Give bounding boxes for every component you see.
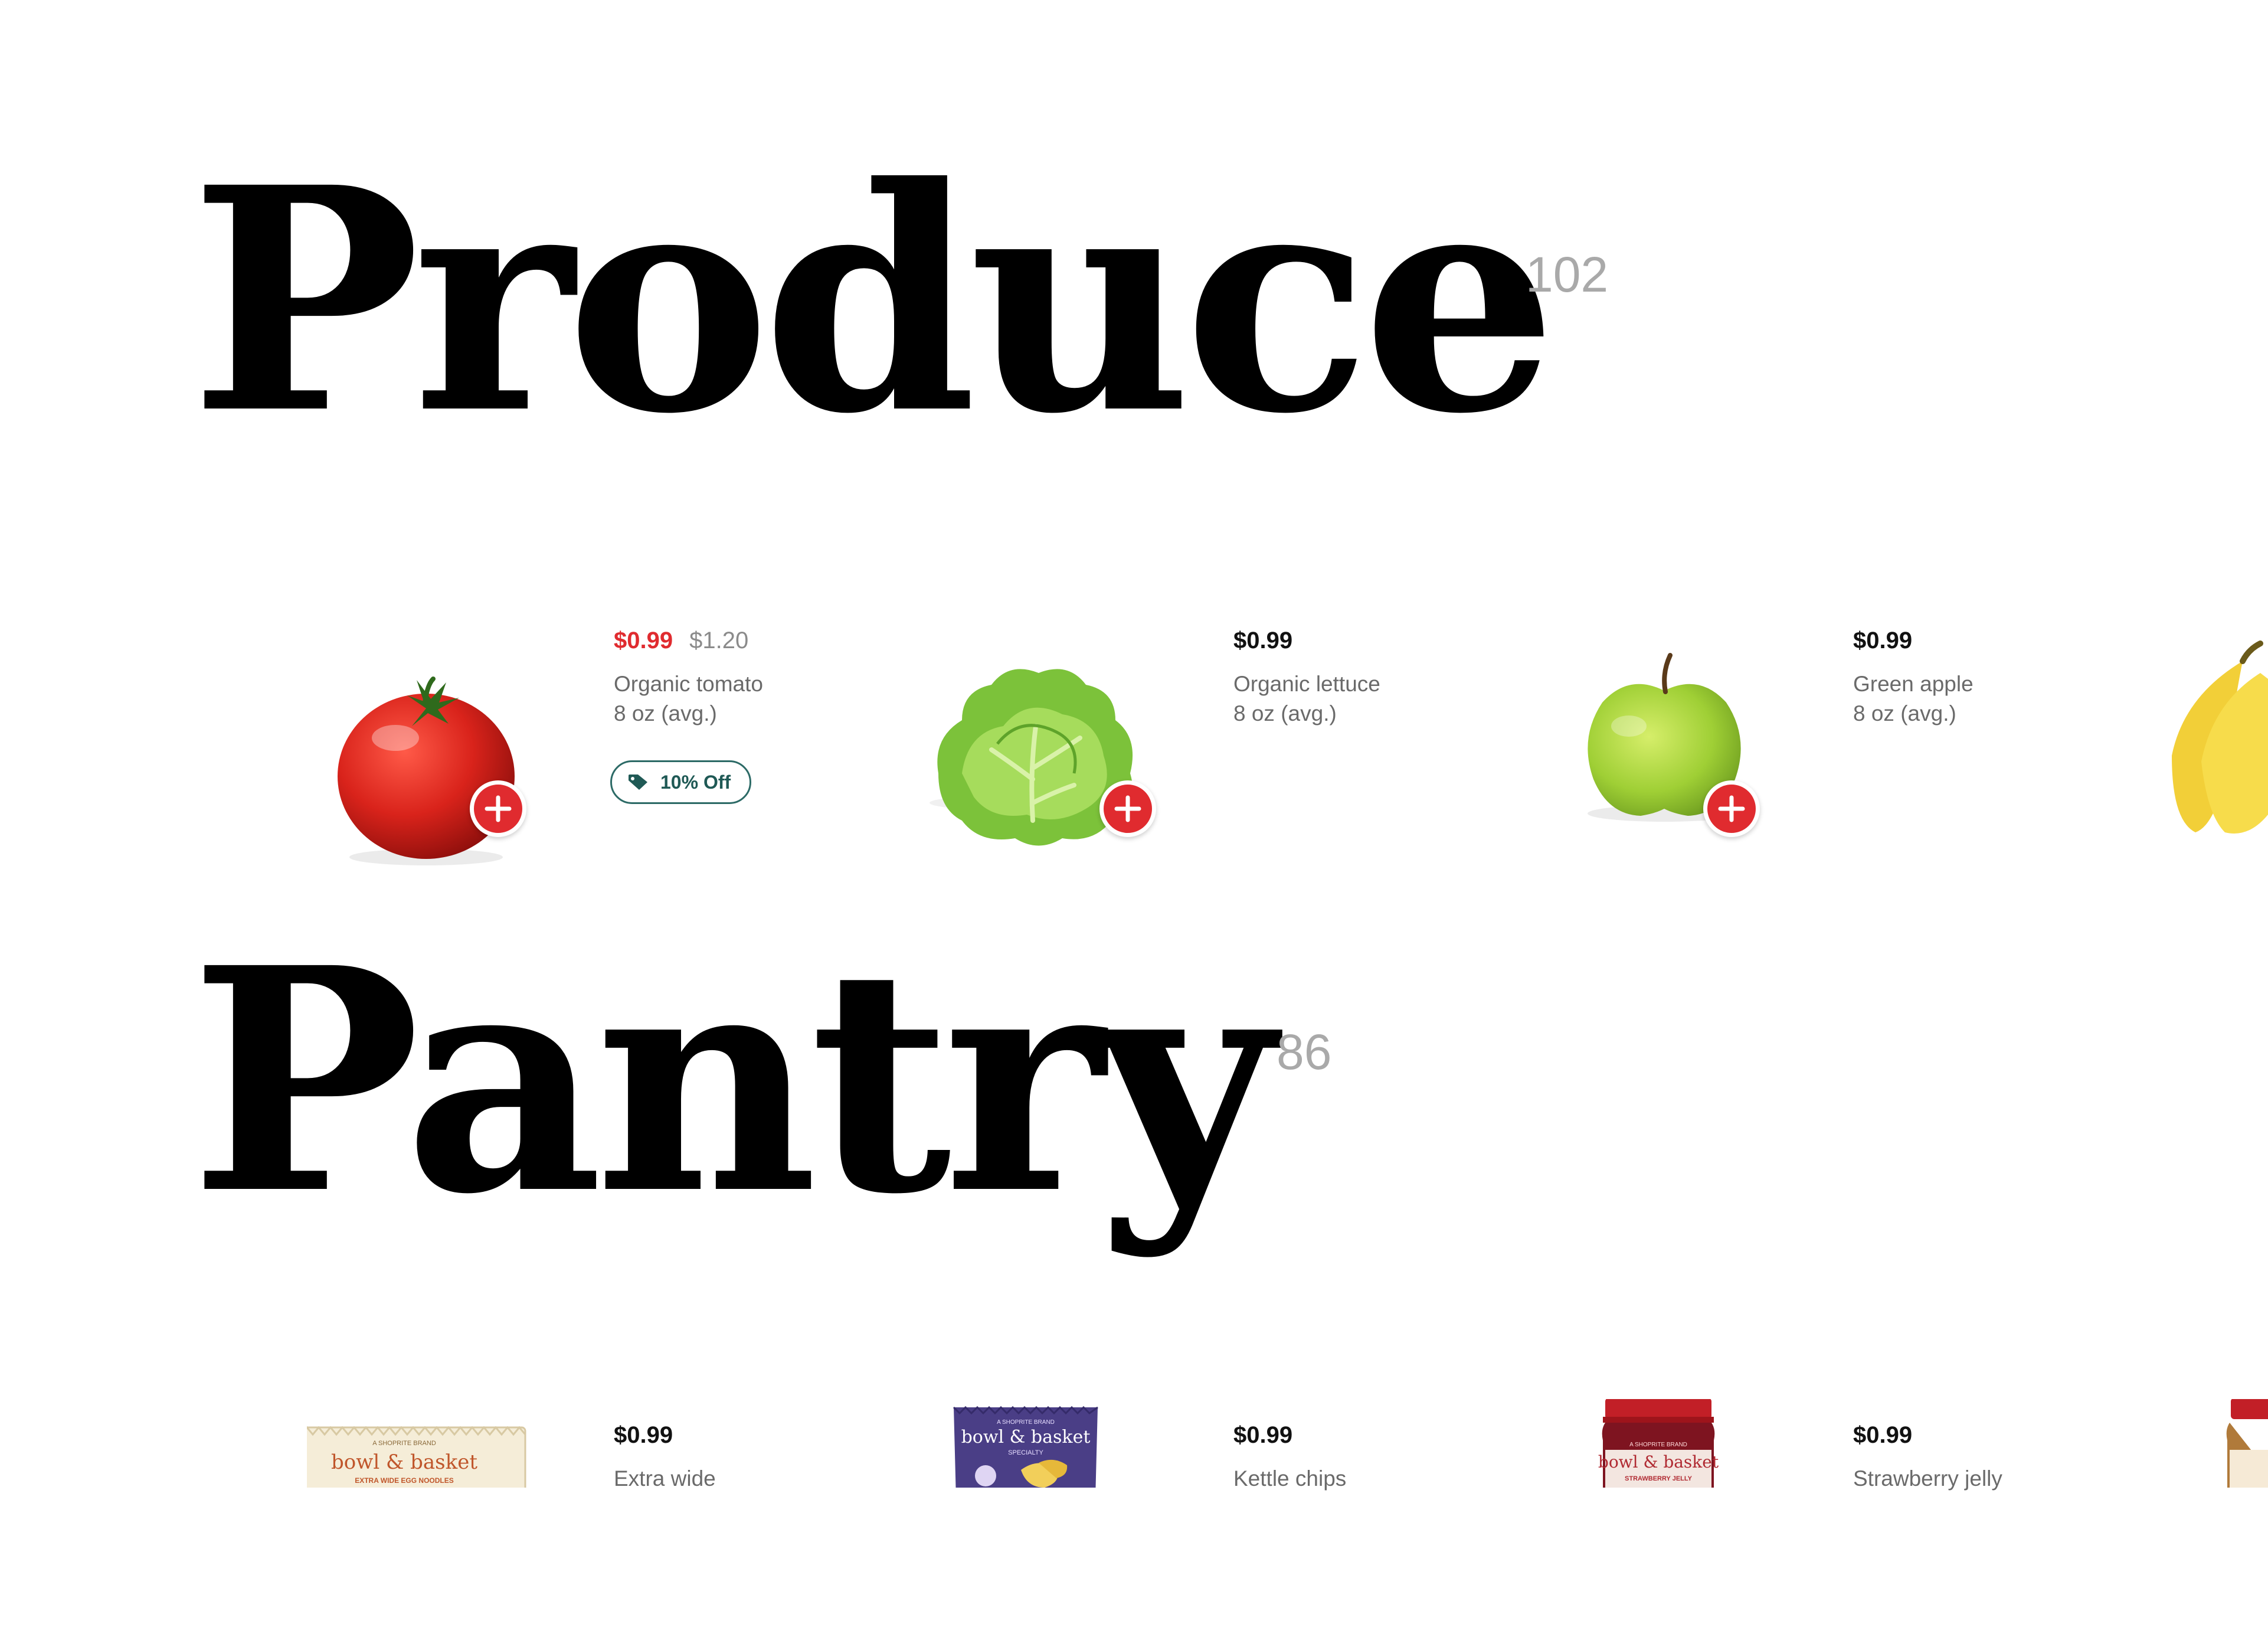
product-card-banana[interactable] [2160,626,2268,874]
product-price: $0.99 [1233,628,1293,653]
product-price: $0.99 [1233,1422,1293,1448]
section-count-pantry: 86 [1277,1024,1332,1080]
chips-label: SPECIALTY [1008,1449,1043,1456]
green-apple-image [1588,653,1741,822]
product-card-extra-wide[interactable]: A SHOPRITE BRAND bowl & basket EXTRA WID… [307,1399,885,1647]
product-card-green-apple[interactable]: $0.99 Green apple 8 oz (avg.) [1546,626,2125,874]
product-name[interactable]: Organic lettuce [1233,669,1505,699]
product-info: $0.99 Strawberry jelly [1853,1420,2125,1494]
product-image-green-apple[interactable] [1546,626,1818,874]
jelly-brand-tagline: A SHOPRITE BRAND [1629,1442,1687,1448]
product-price: $0.99 [614,1422,673,1448]
product-size: 8 oz (avg.) [1233,701,1337,726]
product-name[interactable]: Organic tomato [614,669,885,699]
product-image-kettle-chips[interactable]: A SHOPRITE BRAND bowl & basket SPECIALTY [927,1399,1198,1488]
add-to-cart-button[interactable] [1703,780,1760,837]
add-to-cart-button[interactable] [470,780,526,837]
chips-brand-logo: bowl & basket [961,1427,1091,1447]
plus-icon [1114,795,1141,822]
product-image-strawberry-jelly[interactable]: A SHOPRITE BRAND bowl & basket STRAWBERR… [1546,1399,1818,1488]
chips-brand-tagline: A SHOPRITE BRAND [997,1419,1055,1426]
product-card-organic-lettuce[interactable]: $0.99 Organic lettuce 8 oz (avg.) [927,626,1505,874]
strawberry-jelly-jar-image: A SHOPRITE BRAND bowl & basket STRAWBERR… [1598,1399,1719,1488]
product-card-peanut-butter[interactable] [2219,1399,2268,1488]
add-to-cart-button[interactable] [1099,780,1156,837]
product-card-kettle-chips[interactable]: A SHOPRITE BRAND bowl & basket SPECIALTY… [927,1399,1505,1647]
product-image-lettuce[interactable] [927,626,1198,874]
noodles-package-image: A SHOPRITE BRAND bowl & basket EXTRA WID… [307,1426,526,1488]
noodles-label: EXTRA WIDE EGG NOODLES [355,1476,454,1485]
product-image-noodles[interactable]: A SHOPRITE BRAND bowl & basket EXTRA WID… [307,1399,578,1488]
sale-price: $0.99 [614,628,673,653]
kettle-chips-bag-image: A SHOPRITE BRAND bowl & basket SPECIALTY [953,1406,1098,1488]
product-info: $0.99 $1.20 Organic tomato 8 oz (avg.) 10… [610,626,885,804]
plus-icon [485,795,512,822]
jelly-label: STRAWBERRY JELLY [1625,1475,1693,1482]
section-title-pantry: Pantry [190,901,1275,1262]
product-image-tomato[interactable] [307,626,578,874]
section-count-produce: 102 [1526,247,1609,302]
product-info: $0.99 Green apple 8 oz (avg.) [1853,626,2125,728]
tomato-image [338,677,515,865]
jelly-brand-logo: bowl & basket [1598,1452,1719,1472]
product-info: $0.99 Extra wide [614,1420,885,1494]
product-size: 8 oz (avg.) [1853,701,1956,726]
price-tag-icon [629,775,647,790]
product-name[interactable]: Green apple [1853,669,2125,699]
discount-badge-label: 10% Off [660,771,731,793]
product-card-strawberry-jelly[interactable]: A SHOPRITE BRAND bowl & basket STRAWBERR… [1546,1399,2125,1647]
lettuce-image [930,669,1133,846]
product-price: $0.99 [1853,628,1913,653]
discount-badge[interactable]: 10% Off [610,760,752,804]
product-name[interactable]: Extra wide [614,1464,885,1494]
product-name[interactable]: Strawberry jelly [1853,1464,2125,1494]
product-name[interactable]: Kettle chips [1233,1464,1505,1494]
product-info: $0.99 Organic lettuce 8 oz (avg.) [1233,626,1505,728]
noodles-brand-tagline: A SHOPRITE BRAND [372,1440,436,1447]
plus-icon [1718,795,1745,822]
noodles-brand-logo: bowl & basket [331,1450,477,1474]
product-info: $0.99 Kettle chips [1233,1420,1505,1494]
product-size: 8 oz (avg.) [614,701,717,726]
peanut-butter-jar-image [2226,1399,2268,1488]
original-price: $1.20 [689,628,749,653]
product-price: $0.99 [1853,1422,1913,1448]
product-card-organic-tomato[interactable]: $0.99 $1.20 Organic tomato 8 oz (avg.) 10… [307,626,885,874]
section-title-produce: Produce [190,120,1557,481]
banana-image [2172,640,2268,834]
